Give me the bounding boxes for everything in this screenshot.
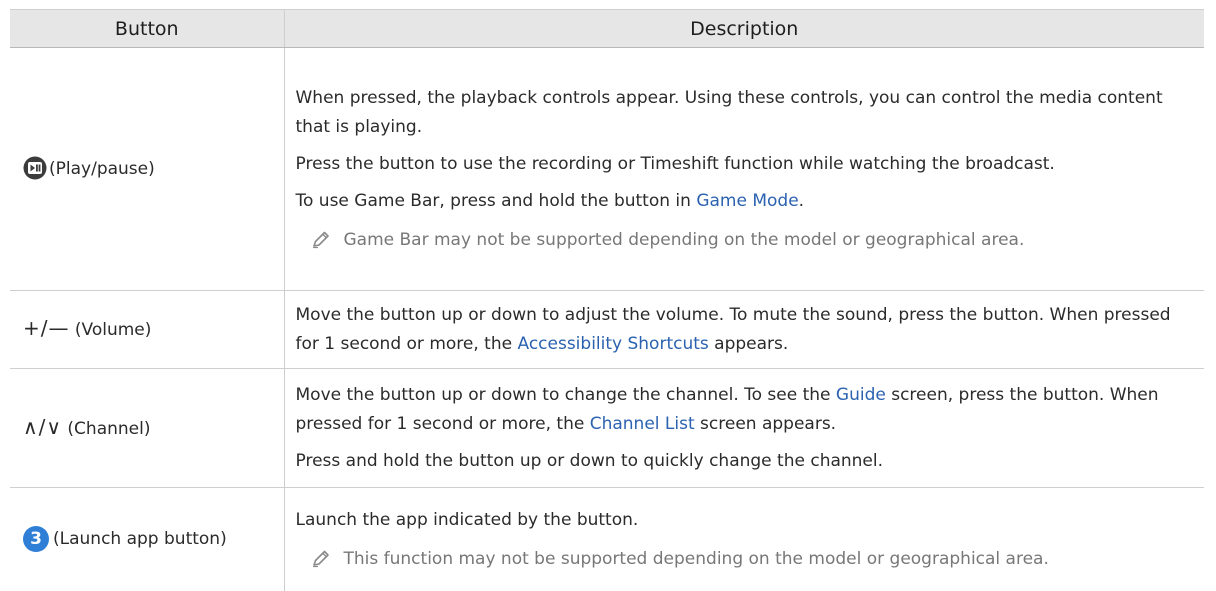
button-label: (Play/pause) — [49, 159, 155, 179]
button-label: (Launch app button) — [53, 529, 227, 549]
note-line: This function may not be supported depen… — [296, 545, 1185, 574]
description-line: Press and hold the button up or down to … — [296, 447, 1185, 476]
description-cell-channel: Move the button up or down to change the… — [284, 369, 1204, 488]
table-row: ∧/∨ (Channel) Move the button up or down… — [10, 369, 1204, 488]
button-label: (Volume) — [75, 320, 152, 340]
description-cell-play-pause: When pressed, the playback controls appe… — [284, 48, 1204, 291]
description-line: When pressed, the playback controls appe… — [296, 84, 1185, 142]
header-button: Button — [10, 10, 284, 48]
volume-symbol: +/— — [23, 316, 70, 340]
play-pause-icon — [23, 156, 47, 180]
button-label: (Channel) — [67, 419, 150, 439]
description-line-game-bar: To use Game Bar, press and hold the butt… — [296, 187, 1185, 216]
table-row: (Play/pause) When pressed, the playback … — [10, 48, 1204, 291]
table-row: 3(Launch app button) Launch the app indi… — [10, 488, 1204, 591]
button-cell-channel: ∧/∨ (Channel) — [10, 369, 284, 488]
guide-link[interactable]: Guide — [836, 385, 886, 405]
description-line: Move the button up or down to adjust the… — [296, 301, 1185, 359]
number-3-icon: 3 — [23, 526, 49, 552]
button-cell-play-pause: (Play/pause) — [10, 48, 284, 291]
channel-symbol: ∧/∨ — [23, 415, 62, 439]
accessibility-shortcuts-link[interactable]: Accessibility Shortcuts — [517, 334, 708, 354]
button-cell-volume: +/— (Volume) — [10, 291, 284, 369]
pencil-icon — [310, 229, 332, 249]
description-line: Launch the app indicated by the button. — [296, 506, 1185, 535]
description-cell-volume: Move the button up or down to adjust the… — [284, 291, 1204, 369]
table-header-row: Button Description — [10, 10, 1204, 48]
description-cell-launch-app: Launch the app indicated by the button. … — [284, 488, 1204, 591]
remote-buttons-table: Button Description (Play/pause) When pre… — [10, 9, 1204, 591]
pencil-icon — [310, 548, 332, 568]
header-description: Description — [284, 10, 1204, 48]
description-line: Move the button up or down to change the… — [296, 381, 1185, 439]
note-line: Game Bar may not be supported depending … — [296, 226, 1185, 255]
game-mode-link[interactable]: Game Mode — [696, 191, 798, 211]
button-cell-launch-app: 3(Launch app button) — [10, 488, 284, 591]
table-row: +/— (Volume) Move the button up or down … — [10, 291, 1204, 369]
channel-list-link[interactable]: Channel List — [590, 414, 695, 434]
description-line: Press the button to use the recording or… — [296, 150, 1185, 179]
